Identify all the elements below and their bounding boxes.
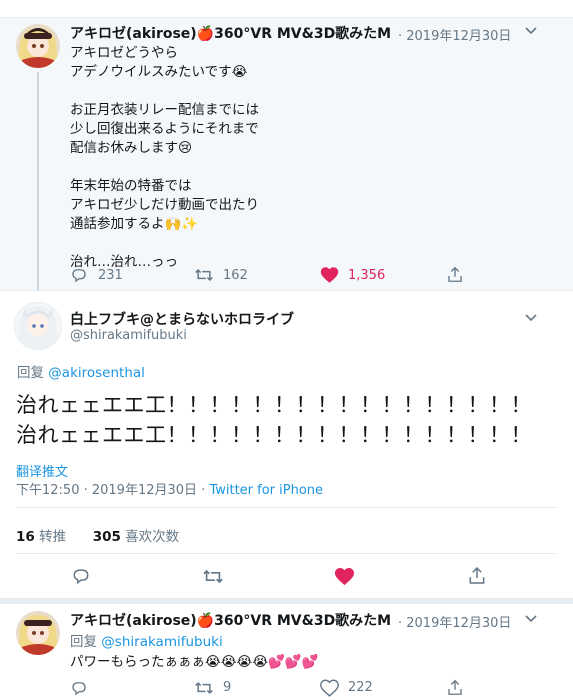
tweet-meta: 下午12:50 · 2019年12月30日 · Twitter for iPho… [16,479,323,498]
heart-outline-icon[interactable] [320,679,339,697]
tweet1-author-name[interactable]: アキロゼ(akirose)🍎360°VR MV&3D歌みたM... [70,23,390,43]
engagement-stats: 16 转推 305 喜欢次数 [16,525,179,545]
thread-connector-line [37,72,39,290]
tweet-source-link[interactable]: Twitter for iPhone [209,483,323,498]
share-icon[interactable] [446,678,464,697]
tweet3-retweet-count: 9 [223,680,232,695]
chevron-down-icon[interactable] [525,615,537,623]
reply-to-link[interactable]: @shirakamifubuki [101,634,222,650]
heart-filled-icon[interactable] [320,266,339,284]
reply-prefix: 回复 [17,365,44,381]
main-author-name[interactable]: 白上フブキ@とまらないホロライブ [70,309,294,329]
tweet3-like-count: 222 [348,680,373,695]
divider [16,507,557,508]
reply-icon[interactable] [71,566,91,586]
tweet1-reply-count: 231 [98,268,123,283]
like-label[interactable]: 喜欢次数 [125,529,179,545]
reply-icon[interactable] [70,266,88,284]
akirose-avatar[interactable] [16,611,60,655]
retweet-icon[interactable] [194,266,214,284]
tweet3-author-name[interactable]: アキロゼ(akirose)🍎360°VR MV&3D歌みたM... [70,610,390,630]
reply-prefix: 回复 [70,634,97,650]
divider [0,290,573,291]
retweet-label[interactable]: 转推 [39,529,66,545]
reply-icon[interactable] [70,679,88,697]
share-icon[interactable] [467,565,487,586]
tweet1-like-count: 1,356 [348,268,386,283]
fubuki-avatar[interactable] [14,302,62,350]
tweet1-retweet-count: 162 [223,268,248,283]
tweet1-text: アキロゼどうやら アデノウイルスみたいです😭 お正月衣装リレー配信までには 少し… [70,45,259,270]
akirose-avatar[interactable] [16,24,60,68]
share-icon[interactable] [446,265,464,284]
tweet3-date[interactable]: · 2019年12月30日 [398,612,511,631]
section-divider [0,598,573,604]
heart-filled-icon[interactable] [334,567,355,586]
retweet-icon[interactable] [194,679,214,697]
tweet3-reply-context: 回复 @shirakamifubuki [70,630,223,650]
tweet-timestamp[interactable]: 下午12:50 · 2019年12月30日 · [16,483,209,498]
like-count[interactable]: 305 [93,529,121,545]
retweet-icon[interactable] [202,567,224,586]
main-tweet-text: 治れェェエエ工！！！！！！！！！！！！！！！！！治れェェエエ工！！！！！！！！！… [16,393,532,447]
retweet-count[interactable]: 16 [16,529,35,545]
divider [16,553,557,554]
chevron-down-icon[interactable] [525,314,537,322]
translate-tweet-link[interactable]: 翻译推文 [16,461,68,480]
top-strip [0,0,573,18]
tweet3-text: パワーもらったぁぁぁ😭😭😭😭💕💕💕 [70,654,319,670]
chevron-down-icon[interactable] [525,27,537,35]
tweet1-date[interactable]: · 2019年12月30日 [398,25,511,44]
main-author-handle[interactable]: @shirakamifubuki [70,328,187,343]
reply-to-link[interactable]: @akirosenthal [48,365,145,381]
reply-context: 回复 @akirosenthal [17,361,145,381]
